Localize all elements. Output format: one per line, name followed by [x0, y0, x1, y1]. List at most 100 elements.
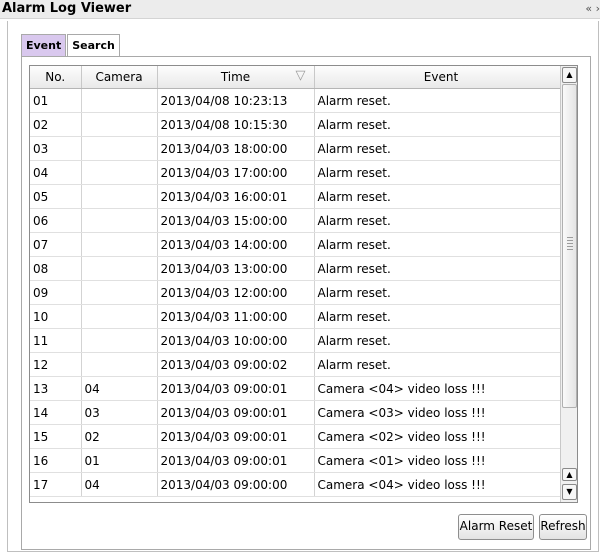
table-row[interactable]: 09 2013/04/03 12:00:00 Alarm reset. — [30, 280, 569, 305]
cell-no: 13 — [30, 376, 82, 401]
cell-time: 2013/04/03 10:00:00 — [157, 328, 315, 353]
cell-time: 2013/04/03 11:00:00 — [157, 304, 315, 329]
cell-camera: 02 — [81, 424, 158, 449]
table-row[interactable]: 17 04 2013/04/03 09:00:00 Camera <04> video… — [30, 472, 569, 497]
tab-bar: Event Search — [21, 34, 121, 56]
table-row[interactable]: 01 2013/04/08 10:23:13 Alarm reset. — [30, 88, 569, 113]
cell-no: 15 — [30, 424, 82, 449]
cell-time: 2013/04/03 18:00:00 — [157, 136, 315, 161]
cell-event: Alarm reset. — [314, 112, 569, 137]
cell-event: Alarm reset. — [314, 136, 569, 161]
cell-no: 08 — [30, 256, 82, 281]
table-body: 01 2013/04/08 10:23:13 Alarm reset. 02 2013/… — [30, 88, 569, 497]
cell-time: 2013/04/03 12:00:00 — [157, 280, 315, 305]
tab-event[interactable]: Event — [21, 34, 67, 56]
scroll-page-up-icon[interactable]: ▲ — [562, 468, 577, 481]
table-row[interactable]: 06 2013/04/03 15:00:00 Alarm reset. — [30, 208, 569, 233]
cell-camera: 01 — [81, 448, 158, 473]
table-row[interactable]: 07 2013/04/03 14:00:00 Alarm reset. — [30, 232, 569, 257]
cell-camera — [81, 256, 158, 281]
window-title: Alarm Log Viewer — [2, 1, 132, 16]
cell-no: 06 — [30, 208, 82, 233]
cell-time: 2013/04/03 17:00:00 — [157, 160, 315, 185]
refresh-button[interactable]: Refresh — [539, 514, 587, 540]
cell-time: 2013/04/03 16:00:01 — [157, 184, 315, 209]
table-row[interactable]: 03 2013/04/03 18:00:00 Alarm reset. — [30, 136, 569, 161]
collapse-icon[interactable]: « › — [585, 1, 600, 17]
cell-no: 12 — [30, 352, 82, 377]
cell-event: Camera <01> video loss !!! — [314, 448, 569, 473]
cell-no: 07 — [30, 232, 82, 257]
cell-event: Alarm reset. — [314, 256, 569, 281]
cell-event: Alarm reset. — [314, 184, 569, 209]
cell-camera — [81, 88, 158, 113]
scroll-down-icon[interactable]: ▼ — [562, 484, 577, 500]
alarm-reset-button[interactable]: Alarm Reset — [458, 514, 534, 540]
table-row[interactable]: 12 2013/04/03 09:00:02 Alarm reset. — [30, 352, 569, 377]
cell-camera — [81, 184, 158, 209]
window-titlebar: Alarm Log Viewer « › — [0, 0, 600, 19]
cell-no: 05 — [30, 184, 82, 209]
vertical-scrollbar[interactable]: ▲ ▲ ▼ — [560, 66, 577, 502]
table-row[interactable]: 05 2013/04/03 16:00:01 Alarm reset. — [30, 184, 569, 209]
cell-camera — [81, 160, 158, 185]
cell-camera: 04 — [81, 472, 158, 497]
cell-event: Alarm reset. — [314, 208, 569, 233]
column-header-no[interactable]: No. — [30, 66, 82, 89]
cell-event: Alarm reset. — [314, 232, 569, 257]
cell-no: 16 — [30, 448, 82, 473]
alarm-log-panel: Event Search No. Camera Time ▽ Event 01 … — [7, 21, 599, 552]
table-header-row: No. Camera Time ▽ Event — [30, 66, 569, 89]
cell-event: Alarm reset. — [314, 88, 569, 113]
cell-no: 10 — [30, 304, 82, 329]
table-row[interactable]: 10 2013/04/03 11:00:00 Alarm reset. — [30, 304, 569, 329]
scrollbar-grip-icon — [567, 237, 573, 251]
cell-time: 2013/04/03 15:00:00 — [157, 208, 315, 233]
table-row[interactable]: 02 2013/04/08 10:15:30 Alarm reset. — [30, 112, 569, 137]
cell-camera: 04 — [81, 376, 158, 401]
tab-search[interactable]: Search — [67, 34, 120, 56]
table-row[interactable]: 11 2013/04/03 10:00:00 Alarm reset. — [30, 328, 569, 353]
cell-time: 2013/04/08 10:15:30 — [157, 112, 315, 137]
cell-no: 14 — [30, 400, 82, 425]
cell-event: Alarm reset. — [314, 328, 569, 353]
table-row[interactable]: 15 02 2013/04/03 09:00:01 Camera <02> video… — [30, 424, 569, 449]
cell-no: 02 — [30, 112, 82, 137]
scrollbar-thumb[interactable] — [562, 84, 577, 408]
cell-event: Alarm reset. — [314, 304, 569, 329]
sort-descending-icon: ▽ — [295, 68, 306, 83]
table-row[interactable]: 16 01 2013/04/03 09:00:01 Camera <01> video… — [30, 448, 569, 473]
table-row[interactable]: 08 2013/04/03 13:00:00 Alarm reset. — [30, 256, 569, 281]
cell-time: 2013/04/03 09:00:01 — [157, 448, 315, 473]
cell-time: 2013/04/03 09:00:00 — [157, 472, 315, 497]
event-tab-pane: No. Camera Time ▽ Event 01 2013/04/08 10:2… — [21, 56, 591, 550]
cell-time: 2013/04/03 09:00:01 — [157, 424, 315, 449]
cell-camera — [81, 208, 158, 233]
table-row[interactable]: 13 04 2013/04/03 09:00:01 Camera <04> video… — [30, 376, 569, 401]
scroll-up-icon[interactable]: ▲ — [562, 67, 577, 83]
cell-time: 2013/04/03 14:00:00 — [157, 232, 315, 257]
event-log-table: No. Camera Time ▽ Event 01 2013/04/08 10:2… — [29, 65, 578, 503]
table-row[interactable]: 14 03 2013/04/03 09:00:01 Camera <03> video… — [30, 400, 569, 425]
column-header-time[interactable]: Time ▽ — [157, 66, 315, 89]
cell-no: 17 — [30, 472, 82, 497]
cell-event: Alarm reset. — [314, 160, 569, 185]
cell-time: 2013/04/08 10:23:13 — [157, 88, 315, 113]
cell-no: 03 — [30, 136, 82, 161]
cell-event: Alarm reset. — [314, 280, 569, 305]
column-header-event[interactable]: Event — [314, 66, 569, 89]
cell-event: Alarm reset. — [314, 352, 569, 377]
cell-camera: 03 — [81, 400, 158, 425]
cell-time: 2013/04/03 09:00:02 — [157, 352, 315, 377]
table-row[interactable]: 04 2013/04/03 17:00:00 Alarm reset. — [30, 160, 569, 185]
cell-time: 2013/04/03 09:00:01 — [157, 376, 315, 401]
column-header-camera[interactable]: Camera — [81, 66, 158, 89]
cell-camera — [81, 280, 158, 305]
cell-time: 2013/04/03 09:00:01 — [157, 400, 315, 425]
cell-camera — [81, 352, 158, 377]
cell-event: Camera <02> video loss !!! — [314, 424, 569, 449]
cell-camera — [81, 112, 158, 137]
cell-no: 04 — [30, 160, 82, 185]
cell-camera — [81, 304, 158, 329]
cell-camera — [81, 136, 158, 161]
